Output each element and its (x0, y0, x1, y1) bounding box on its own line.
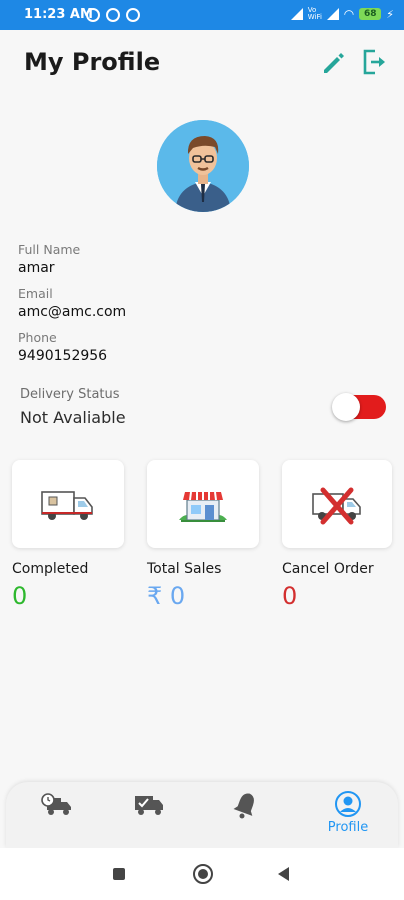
network-label: Vo WiFi (307, 6, 322, 21)
phone-label: Phone (18, 330, 57, 345)
pencil-icon[interactable] (318, 48, 348, 78)
status-bar: 11:23 AM Vo WiFi ◠ 68 ⚡ (0, 0, 404, 30)
wifi-icon: ◠ (343, 7, 355, 21)
completed-label: Completed (12, 561, 89, 577)
cancel-order-label: Cancel Order (282, 561, 374, 577)
logout-icon[interactable] (360, 47, 390, 77)
sync-icon (126, 8, 140, 22)
cancel-truck-icon (312, 487, 361, 525)
recents-button[interactable] (113, 868, 125, 880)
home-button[interactable] (193, 864, 213, 884)
nav-profile-label: Profile (327, 820, 369, 835)
signal-icon (326, 8, 339, 20)
nav-notifications[interactable] (216, 790, 276, 840)
profile-icon (335, 791, 361, 817)
completed-card[interactable] (12, 460, 124, 548)
bell-icon (233, 793, 254, 819)
user-avatar-illustration (157, 120, 249, 212)
toggle-knob (332, 393, 360, 421)
fast-delivery-icon (41, 793, 71, 815)
completed-value: 0 (12, 582, 28, 610)
delivery-status-label: Delivery Status (20, 387, 120, 402)
page-title: My Profile (24, 48, 161, 76)
shop-icon (179, 491, 227, 522)
nav-delivered[interactable] (118, 790, 178, 840)
signal-icon (290, 8, 303, 20)
sync-icon (106, 8, 120, 22)
total-sales-label: Total Sales (147, 561, 222, 577)
total-sales-card[interactable] (147, 460, 259, 548)
full-name-label: Full Name (18, 242, 81, 257)
phone-value: 9490152956 (18, 348, 108, 364)
cancel-order-card[interactable] (282, 460, 392, 548)
delivery-truck-icon (41, 491, 93, 520)
avatar[interactable] (157, 120, 249, 212)
bottom-navigation: Profile (6, 782, 398, 848)
cancel-order-value: 0 (282, 582, 298, 610)
charging-icon: ⚡ (386, 7, 394, 21)
status-indicators: Vo WiFi ◠ 68 ⚡ (290, 6, 394, 21)
nav-fast-delivery[interactable] (26, 790, 86, 840)
system-navigation-bar (0, 848, 404, 900)
alarm-icon (86, 8, 100, 22)
delivery-status-value: Not Avaliable (20, 408, 126, 427)
email-label: Email (18, 286, 53, 301)
battery-icon: 68 (359, 8, 382, 20)
delivery-status-toggle[interactable] (332, 393, 386, 421)
status-time: 11:23 AM (24, 7, 93, 22)
truck-check-icon (135, 796, 163, 815)
nav-profile[interactable]: Profile (318, 790, 378, 840)
back-button[interactable] (278, 867, 289, 881)
email-value: amc@amc.com (18, 304, 127, 320)
full-name-value: amar (18, 260, 55, 276)
total-sales-value: ₹ 0 (147, 582, 186, 610)
